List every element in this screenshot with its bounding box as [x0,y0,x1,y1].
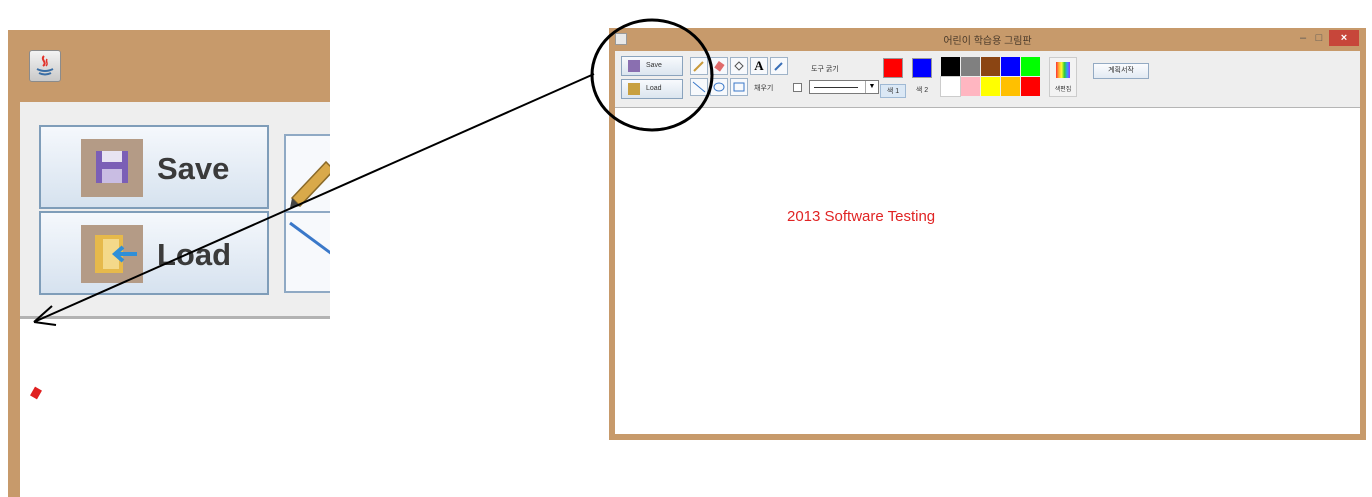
annotation-overlay [33,18,714,326]
arrow-head-icon [33,305,57,326]
callout-arrow-line [33,73,595,323]
highlight-circle [590,18,714,132]
